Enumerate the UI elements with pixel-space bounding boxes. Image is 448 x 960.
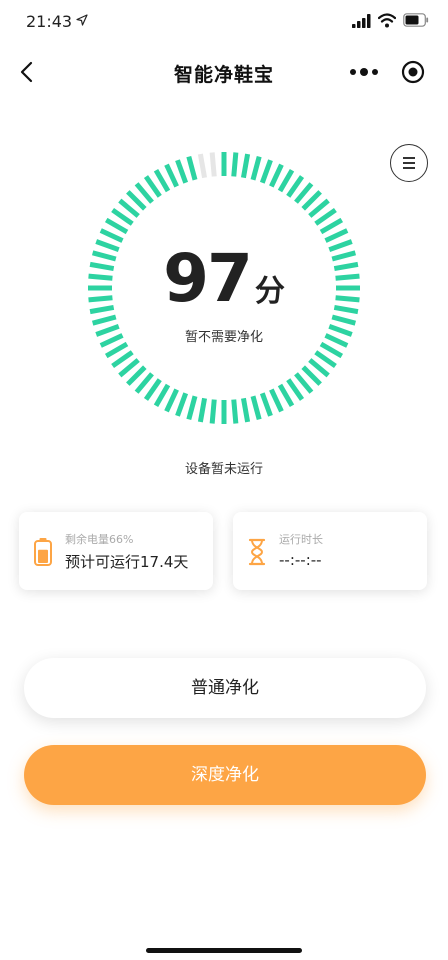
gauge-tick [197,153,208,179]
page-title: 智能净鞋宝 [173,64,274,86]
gauge-tick [164,163,179,188]
gauge-tick [231,152,239,177]
deep-clean-button[interactable]: 深度净化 [24,745,426,805]
gauge-tick [277,383,295,408]
gauge-tick [186,395,198,421]
gauge-tick [231,399,239,424]
gauge-tick [259,392,273,417]
runtime-label: 运行时长 [279,533,323,546]
runtime-card: 运行时长 --:--:-- [233,512,427,590]
wifi-icon [378,13,396,28]
battery-card: 剩余电量66% 预计可运行17.4天 [19,512,213,590]
home-indicator [146,948,302,953]
score-status: 暂不需要净化 [184,330,263,345]
signal-icon [352,14,371,28]
gauge-tick [143,378,162,401]
gauge-tick [269,163,284,188]
hourglass-icon [248,538,266,566]
battery-icon [403,13,429,27]
gauge-tick [319,217,344,235]
gauge-tick [104,217,129,235]
gauge-tick [319,341,344,359]
close-circle-icon[interactable] [401,60,425,84]
status-bar: 21:43 [0,0,448,44]
gauge-tick [286,378,305,401]
gauge-tick [331,314,357,326]
gauge-tick [250,395,262,421]
gauge-tick [209,399,217,424]
gauge-tick [164,388,179,413]
gauge-tick [186,155,198,181]
gauge-tick [250,155,262,181]
gauge-tick [111,207,134,226]
gauge-tick [143,175,162,198]
score-display: 97 分 [0,240,448,317]
runtime-value: --:--:-- [279,551,322,569]
gauge-tick [209,152,217,177]
gauge-tick [153,168,171,193]
menu-button[interactable] [390,144,428,182]
gauge-tick [240,153,251,179]
gauge-tick [314,350,337,369]
battery-level-icon [34,538,52,566]
battery-label: 剩余电量66% [65,533,134,546]
gauge-tick [91,314,117,326]
gauge-tick [111,350,134,369]
status-time: 21:43 [26,12,73,31]
gauge-tick [269,388,284,413]
device-status: 设备暂未运行 [184,462,263,477]
nav-bar: 智能净鞋宝 [0,48,448,96]
gauge-tick [175,159,189,184]
location-arrow-icon [76,14,88,26]
score-unit: 分 [254,274,285,309]
more-icon[interactable] [349,64,379,80]
gauge-tick [277,168,295,193]
gauge-tick [286,175,305,198]
normal-clean-button[interactable]: 普通净化 [24,658,426,718]
gauge-tick [104,341,129,359]
gauge-tick [153,383,171,408]
gauge-tick [197,397,208,423]
gauge-tick [240,397,251,423]
gauge-tick [175,392,189,417]
gauge-tick [259,159,273,184]
battery-estimate: 预计可运行17.4天 [65,553,189,571]
gauge-tick [314,207,337,226]
score-value: 97 [163,240,253,317]
